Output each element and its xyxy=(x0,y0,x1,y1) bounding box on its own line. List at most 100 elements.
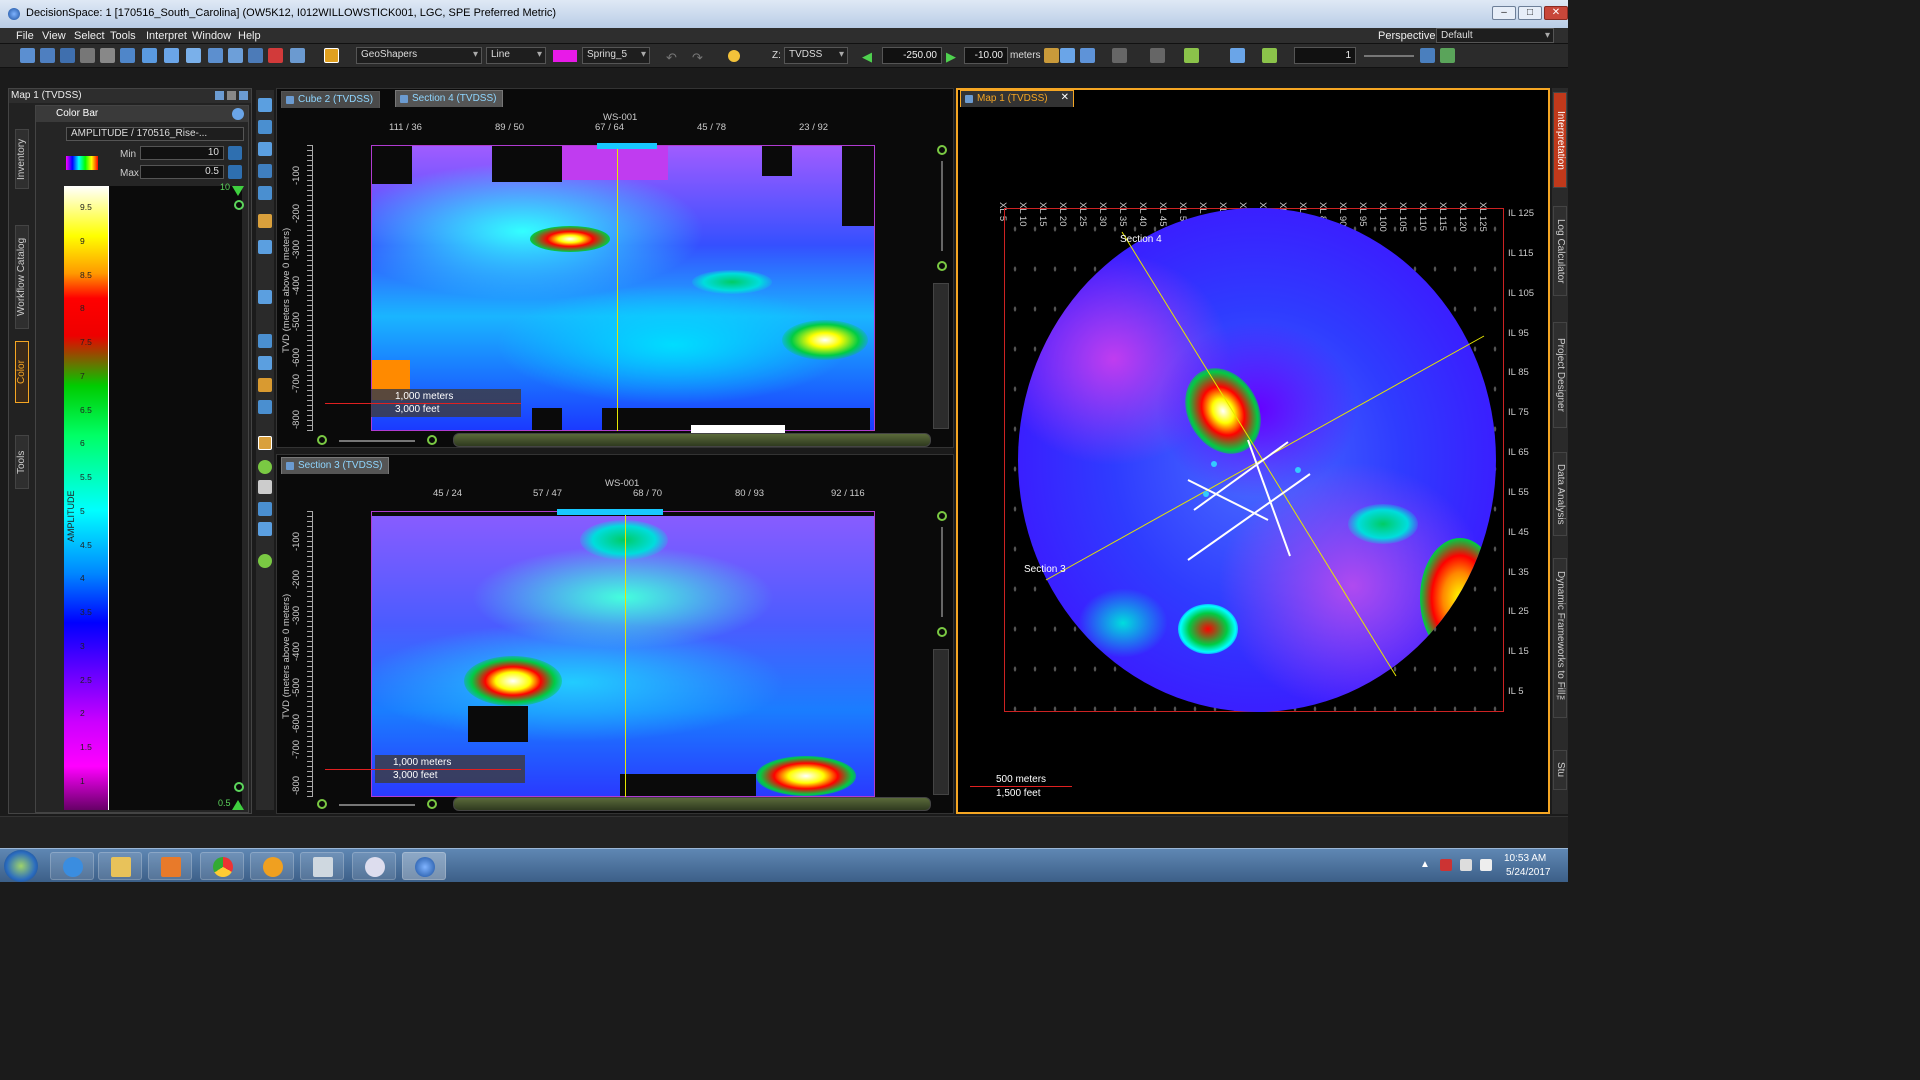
perspective-dropdown[interactable]: Default xyxy=(1436,28,1554,43)
minimize-button[interactable]: – xyxy=(1492,6,1516,20)
well-point[interactable] xyxy=(1211,461,1217,467)
vtab-color[interactable]: Color xyxy=(15,341,29,403)
color-swatch[interactable] xyxy=(553,50,577,62)
measure-icon[interactable] xyxy=(142,48,157,63)
arrow-right-icon[interactable] xyxy=(258,240,272,254)
max-input[interactable]: 0.5 xyxy=(140,165,224,179)
bookmark-icon[interactable] xyxy=(1112,48,1127,63)
v-scrollbar[interactable] xyxy=(933,649,949,795)
vtab-project-designer[interactable]: Project Designer xyxy=(1553,322,1567,428)
h-zoom-slider[interactable] xyxy=(339,804,415,806)
well-icon[interactable] xyxy=(248,48,263,63)
grid-icon[interactable] xyxy=(80,48,95,63)
cube-icon[interactable] xyxy=(228,48,243,63)
clock-date[interactable]: 5/24/2017 xyxy=(1506,867,1551,878)
crosshair-icon[interactable] xyxy=(1440,48,1455,63)
close-button[interactable]: ✕ xyxy=(1544,6,1568,20)
volume-icon[interactable] xyxy=(1480,859,1492,871)
taskbar-media[interactable] xyxy=(148,852,192,880)
record-icon[interactable] xyxy=(268,48,283,63)
pick-tool-icon[interactable] xyxy=(258,214,272,228)
menu-help[interactable]: Help xyxy=(238,30,261,42)
color-map-dropdown[interactable]: Spring_5 xyxy=(582,47,650,64)
step-back-icon[interactable]: ◀ xyxy=(862,49,872,65)
note-icon[interactable] xyxy=(258,436,272,450)
menu-view[interactable]: View xyxy=(42,30,66,42)
sync-icon[interactable] xyxy=(1080,48,1095,63)
taskbar-decisionspace[interactable] xyxy=(402,852,446,880)
bottom-zoom-icon[interactable] xyxy=(234,782,244,792)
vtab-workflow-catalog[interactable]: Workflow Catalog xyxy=(15,225,29,329)
settings-icon[interactable] xyxy=(290,48,305,63)
count-input[interactable]: 1 xyxy=(1294,47,1356,64)
fill-icon[interactable] xyxy=(258,400,272,414)
colormap-preview[interactable] xyxy=(66,156,98,170)
zoom-in-v-icon[interactable] xyxy=(937,145,947,155)
taskbar-ie[interactable] xyxy=(50,852,94,880)
tab-cube-2[interactable]: Cube 2 (TVDSS) xyxy=(281,91,381,108)
top-marker-icon[interactable] xyxy=(232,186,244,196)
taskbar-app-orange[interactable] xyxy=(250,852,294,880)
panel-pin-icon[interactable] xyxy=(215,91,224,100)
taskbar-paint[interactable] xyxy=(352,852,396,880)
h-zoom-out-icon[interactable] xyxy=(317,799,327,809)
menu-select[interactable]: Select xyxy=(74,30,105,42)
zoom-out-v-icon[interactable] xyxy=(937,261,947,271)
step-forward-icon[interactable]: ▶ xyxy=(946,49,956,65)
min-input[interactable]: 10 xyxy=(140,146,224,160)
attribute-dropdown[interactable]: AMPLITUDE / 170516_Rise-... xyxy=(66,127,244,141)
vtab-data-analysis[interactable]: Data Analysis xyxy=(1553,452,1567,536)
well-point[interactable] xyxy=(1203,491,1209,497)
menu-interpret[interactable]: Interpret xyxy=(146,30,187,42)
min-reset-icon[interactable] xyxy=(228,146,242,160)
clock-time[interactable]: 10:53 AM xyxy=(1504,853,1546,864)
pan-icon[interactable] xyxy=(258,186,272,200)
menu-tools[interactable]: Tools xyxy=(110,30,136,42)
panel-min-icon[interactable] xyxy=(227,91,236,100)
draw-icon[interactable] xyxy=(258,290,272,304)
taskbar-app-doc[interactable] xyxy=(300,852,344,880)
snapshot-icon[interactable] xyxy=(258,378,272,392)
pointer-icon[interactable] xyxy=(120,48,135,63)
slider-track[interactable] xyxy=(1364,55,1414,57)
flag-icon[interactable] xyxy=(1440,859,1452,871)
section-4-line[interactable] xyxy=(1121,231,1397,677)
plane-icon[interactable] xyxy=(258,356,272,370)
style-dropdown[interactable]: Line xyxy=(486,47,546,64)
frame-icon[interactable] xyxy=(258,502,272,516)
seismic-icon[interactable] xyxy=(208,48,223,63)
zoom-box-icon[interactable] xyxy=(258,120,272,134)
taskbar-chrome[interactable] xyxy=(200,852,244,880)
line-tool-icon[interactable] xyxy=(1262,48,1277,63)
panel-max-icon[interactable] xyxy=(239,91,248,100)
link-icon[interactable] xyxy=(1230,48,1245,63)
layout-icon[interactable] xyxy=(100,48,115,63)
bottom-marker-icon[interactable] xyxy=(232,800,244,810)
redo-icon[interactable]: ↷ xyxy=(692,50,703,66)
surface-icon[interactable] xyxy=(186,48,201,63)
h-zoom-in-icon[interactable] xyxy=(427,799,437,809)
zoom-in-v-icon[interactable] xyxy=(937,511,947,521)
domain-dropdown[interactable]: TVDSS xyxy=(784,47,848,64)
open-icon[interactable] xyxy=(40,48,55,63)
menu-file[interactable]: File xyxy=(16,30,34,42)
v-zoom-slider[interactable] xyxy=(941,527,943,617)
rotate-icon[interactable] xyxy=(258,164,272,178)
h-zoom-out-icon[interactable] xyxy=(317,435,327,445)
circle-tool-icon[interactable] xyxy=(258,460,272,474)
maximize-button[interactable]: □ xyxy=(1518,6,1542,20)
layer-dropdown[interactable]: GeoShapers xyxy=(356,47,482,64)
well-point[interactable] xyxy=(1295,467,1301,473)
search-icon[interactable] xyxy=(258,554,272,568)
zoom-out-icon[interactable] xyxy=(258,142,272,156)
new-icon[interactable] xyxy=(20,48,35,63)
h-scrollbar[interactable] xyxy=(453,433,931,447)
lasso-icon[interactable] xyxy=(258,334,272,348)
camera-icon[interactable] xyxy=(1044,48,1059,63)
depth-input-1[interactable]: -250.00 xyxy=(882,47,942,64)
vtab-stu[interactable]: Stu xyxy=(1553,750,1567,790)
start-button[interactable] xyxy=(4,850,38,882)
undo-icon[interactable]: ↶ xyxy=(666,50,677,66)
zoom-out-v-icon[interactable] xyxy=(937,627,947,637)
vtab-dynamic-frameworks[interactable]: Dynamic Frameworks to Fill™ xyxy=(1553,558,1567,718)
